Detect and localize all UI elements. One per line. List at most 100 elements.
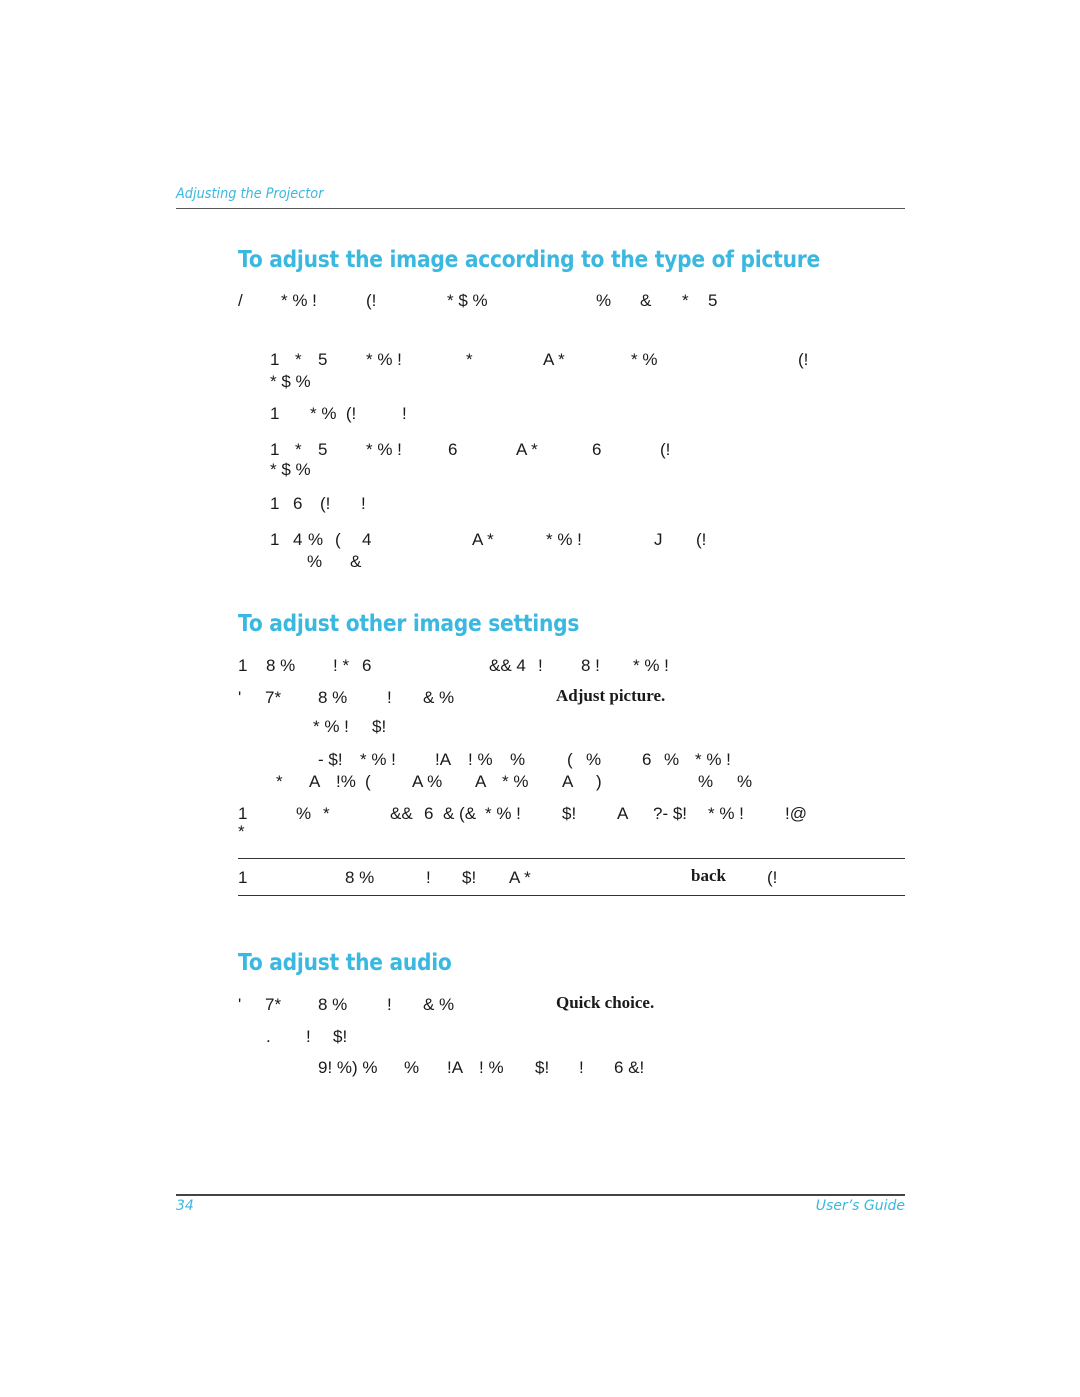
glyph: * <box>323 804 330 823</box>
glyph: 8 % <box>345 868 375 887</box>
glyph: !A <box>447 1058 464 1077</box>
glyph: $! <box>462 868 477 887</box>
glyph: A * <box>509 868 531 887</box>
glyph: & % <box>423 688 455 707</box>
glyph: A % <box>412 772 443 791</box>
glyph: * $ % <box>447 291 488 310</box>
glyph: && 4 <box>489 656 526 675</box>
glyph: 1 <box>270 404 280 423</box>
glyph: A * <box>472 530 494 549</box>
glyph: A <box>617 804 629 823</box>
glyph: * % ! <box>695 750 731 769</box>
running-header: Adjusting the Projector <box>176 186 324 202</box>
glyph: * % <box>631 350 658 369</box>
glyph: 1 <box>270 494 280 513</box>
glyph: ! <box>387 688 392 707</box>
glyph: * <box>466 350 473 369</box>
glyph: 1 <box>238 656 248 675</box>
glyph: * % ! <box>366 350 402 369</box>
glyph: ! * <box>333 656 350 675</box>
glyph: J <box>654 530 663 549</box>
glyph: 7* <box>265 688 282 707</box>
glyph: * <box>295 350 302 369</box>
glyph: ! <box>306 1027 311 1046</box>
back-label: back <box>691 866 726 885</box>
glyph: ( <box>567 750 573 769</box>
glyph: * % ! <box>360 750 396 769</box>
glyph: $! <box>562 804 577 823</box>
glyph: (! <box>320 494 331 513</box>
glyph: 6 &! <box>614 1058 645 1077</box>
glyph: ! <box>402 404 407 423</box>
glyph: $! <box>372 717 387 736</box>
glyph: & <box>640 291 652 310</box>
glyph: % <box>698 772 714 791</box>
note-top-rule <box>238 858 905 859</box>
glyph: 1 <box>270 440 280 459</box>
glyph: (! <box>696 530 707 549</box>
header-rule <box>176 208 905 209</box>
glyph: ! <box>387 995 392 1014</box>
glyph: A * <box>543 350 565 369</box>
glyph: % <box>296 804 312 823</box>
glyph: 8 % <box>318 688 348 707</box>
glyph: % <box>664 750 680 769</box>
glyph: 1 <box>270 530 280 549</box>
section-heading-picture-type: To adjust the image according to the typ… <box>238 247 820 273</box>
glyph: (! <box>767 868 778 887</box>
glyph: % <box>307 552 323 571</box>
glyph: ! % <box>468 750 493 769</box>
glyph: && <box>390 804 413 823</box>
glyph: * % ! <box>366 440 402 459</box>
glyph: * $ % <box>270 372 311 391</box>
section-heading-audio: To adjust the audio <box>238 950 452 976</box>
section-heading-other-settings: To adjust other image settings <box>238 611 580 637</box>
glyph: ! % <box>479 1058 504 1077</box>
glyph: * <box>276 772 283 791</box>
glyph: !@ <box>785 804 807 823</box>
glyph: ! <box>361 494 366 513</box>
glyph: $! <box>333 1027 348 1046</box>
glyph: 6 <box>293 494 303 513</box>
glyph: % <box>510 750 526 769</box>
glyph: * $ % <box>270 460 311 479</box>
footer-rule <box>176 1194 905 1196</box>
glyph: 4 <box>362 530 372 549</box>
glyph: !% <box>336 772 356 791</box>
glyph: 6 <box>642 750 652 769</box>
note-bottom-rule <box>238 895 905 896</box>
glyph: 8 % <box>318 995 348 1014</box>
glyph: 8 % <box>266 656 296 675</box>
glyph: ! <box>538 656 543 675</box>
glyph: & <box>350 552 362 571</box>
glyph: - $! <box>318 750 343 769</box>
glyph: 8 ! <box>581 656 600 675</box>
glyph: 6 <box>592 440 602 459</box>
glyph: ( <box>365 772 371 791</box>
glyph: !A <box>435 750 452 769</box>
glyph: 1 <box>238 868 248 887</box>
glyph: 1 <box>238 804 248 823</box>
glyph: A <box>309 772 321 791</box>
glyph: ! <box>579 1058 584 1077</box>
glyph: * % ! <box>633 656 669 675</box>
glyph: A * <box>516 440 538 459</box>
glyph: ( <box>335 530 341 549</box>
glyph: 4 <box>293 530 303 549</box>
glyph: * % ! <box>313 717 349 736</box>
glyph: 5 <box>318 350 328 369</box>
glyph: 9! %) % <box>318 1058 378 1077</box>
glyph: % <box>596 291 612 310</box>
glyph: ' <box>238 688 242 707</box>
glyph: ?- $! <box>653 804 688 823</box>
glyph: * % (! <box>310 404 357 423</box>
glyph: % <box>308 530 324 549</box>
glyph: 7* <box>265 995 282 1014</box>
glyph: $! <box>535 1058 550 1077</box>
glyph: * <box>295 440 302 459</box>
glyph: * % ! <box>281 291 317 310</box>
glyph: 6 <box>362 656 372 675</box>
glyph: 6 <box>448 440 458 459</box>
glyph: . <box>266 1027 271 1046</box>
glyph: (! <box>366 291 377 310</box>
